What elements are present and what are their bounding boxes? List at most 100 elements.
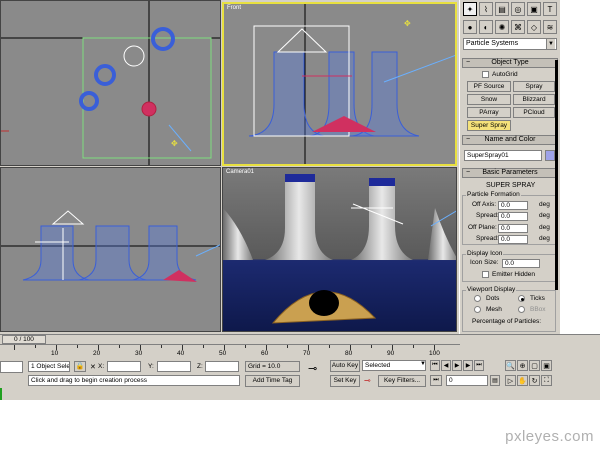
bottom-bar: 0 / 100 10 20 30 40 50 60 70 80 90 100 1 Object S… [0, 334, 600, 400]
selection-count: 1 Object Sele [28, 361, 70, 372]
dots-label: Dots [486, 295, 500, 302]
watermark: pxleyes.com [505, 428, 594, 445]
autogrid-checkbox[interactable] [482, 71, 489, 78]
collapse-icon: − [466, 59, 471, 66]
timeline-tick [119, 345, 120, 348]
timeline-tick [35, 345, 36, 348]
zoom-icon[interactable]: 🔍 [505, 360, 516, 371]
viewport-top[interactable]: ✥ [0, 0, 221, 166]
bbox-radio[interactable] [518, 306, 525, 313]
hierarchy-tab-icon[interactable]: ▤ [495, 2, 509, 16]
pcloud-button[interactable]: PCloud [513, 107, 555, 118]
parray-button[interactable]: PArray [467, 107, 511, 118]
key-icon[interactable]: ⊸ [308, 362, 317, 375]
x-coordinate-input[interactable] [107, 361, 141, 372]
modify-tab-icon[interactable]: ⌇ [479, 2, 493, 16]
time-slider-thumb[interactable]: 0 / 100 [2, 335, 46, 344]
name-color-rollout[interactable]: − Name and Color [462, 135, 558, 145]
viewport-left[interactable] [0, 167, 221, 332]
spread-label-1: Spread: [476, 212, 499, 219]
prompt-line: Click and drag to begin creation process [28, 375, 240, 386]
collapse-icon: − [466, 169, 471, 176]
snow-button[interactable]: Snow [467, 94, 511, 105]
off-plane-spinner[interactable]: 0.0 [498, 224, 528, 233]
next-frame-icon[interactable]: ▶ [463, 360, 473, 371]
pan-icon[interactable]: ✋ [517, 375, 528, 386]
lock-icon[interactable]: 🔒 [74, 361, 86, 372]
timeline-track[interactable]: 10 20 30 40 50 60 70 80 90 100 [14, 345, 440, 359]
previous-frame-icon[interactable]: ◀ [441, 360, 451, 371]
emitter-hidden-checkbox[interactable] [482, 271, 489, 278]
basic-params-body: SUPER SPRAY Particle Formation Off Axis:… [460, 180, 560, 332]
create-tab-icon[interactable]: ✦ [463, 2, 477, 16]
category-dropdown[interactable]: Particle Systems ▼ [463, 38, 557, 50]
pct-particles-label: Percentage of Particles: [472, 318, 542, 325]
maximize-viewport-icon[interactable]: ⛶ [541, 375, 552, 386]
timeline-tick [329, 345, 330, 348]
key-mode-icon[interactable]: ⊸ [364, 376, 371, 385]
shapes-icon[interactable]: ◐ [479, 20, 493, 34]
grid-readout: Grid = 10.0 [245, 361, 300, 372]
zoom-all-icon[interactable]: ⊕ [517, 360, 528, 371]
maxscript-listener[interactable] [0, 361, 23, 373]
go-to-end-icon[interactable]: ⏭ [474, 360, 484, 371]
command-panel: ✦ ⌇ ▤ ◎ ▣ T ● ◐ ✺ ⌘ ◇ ≋ Particle Systems… [459, 0, 560, 334]
spread-spinner-2[interactable]: 0.0 [498, 235, 528, 244]
dots-radio[interactable] [474, 295, 481, 302]
blank-strip [560, 0, 600, 334]
time-slider[interactable]: 0 / 100 [0, 335, 460, 345]
pf-source-button[interactable]: PF Source [467, 81, 511, 92]
viewport-camera[interactable]: Camera01 [222, 167, 457, 332]
z-coordinate-input[interactable] [205, 361, 239, 372]
icon-size-spinner[interactable]: 0.0 [502, 259, 540, 268]
key-mode-toggle-icon[interactable]: ⏭ [430, 375, 442, 386]
object-type-rollout[interactable]: − Object Type [462, 58, 558, 68]
off-plane-label: Off Plane: [468, 224, 497, 231]
display-tab-icon[interactable]: ▣ [527, 2, 541, 16]
mesh-radio[interactable] [474, 306, 481, 313]
spread-unit-1: deg [539, 212, 550, 219]
helpers-icon[interactable]: ◇ [527, 20, 541, 34]
y-coordinate-input[interactable] [157, 361, 191, 372]
auto-key-button[interactable]: Auto Key [330, 360, 360, 372]
blizzard-button[interactable]: Blizzard [513, 94, 555, 105]
motion-tab-icon[interactable]: ◎ [511, 2, 525, 16]
view-nav-top: 🔍 ⊕ ▢ ▣ [505, 360, 565, 372]
current-frame-input[interactable]: 0 [446, 375, 488, 386]
off-axis-spinner[interactable]: 0.0 [498, 201, 528, 210]
viewport-front[interactable]: Front ✥ [222, 2, 457, 166]
add-time-tag-button[interactable]: Add Time Tag [245, 375, 300, 387]
svg-text:✥: ✥ [404, 19, 411, 28]
field-of-view-icon[interactable]: ▷ [505, 375, 516, 386]
spray-button[interactable]: Spray [513, 81, 555, 92]
x-label: X: [98, 363, 105, 370]
panel-scrollbar[interactable] [555, 60, 558, 290]
timeline-tick-label: 40 [177, 350, 185, 357]
time-config-icon[interactable]: ▤ [490, 375, 500, 386]
object-name-input[interactable]: SuperSpray01 [464, 150, 542, 161]
utilities-tab-icon[interactable]: T [543, 2, 557, 16]
playback-controls: ⏮ ◀ ▶ ▶ ⏭ [430, 360, 500, 372]
go-to-start-icon[interactable]: ⏮ [430, 360, 440, 371]
timeline-tick [14, 345, 15, 350]
geometry-icon[interactable]: ● [463, 20, 477, 34]
spread-spinner-1[interactable]: 0.0 [498, 212, 528, 221]
key-filters-button[interactable]: Key Filters... [378, 375, 426, 387]
timeline-tick-label: 50 [219, 350, 227, 357]
timeline-tick-label: 100 [429, 350, 440, 357]
lights-icon[interactable]: ✺ [495, 20, 509, 34]
ticks-radio[interactable] [518, 295, 525, 302]
viewport-label-camera: Camera01 [226, 169, 255, 175]
basic-params-rollout[interactable]: − Basic Parameters [462, 168, 558, 178]
object-color-swatch[interactable] [545, 150, 555, 161]
zoom-extents-icon[interactable]: ▢ [529, 360, 540, 371]
selected-dropdown[interactable]: Selected [362, 360, 426, 371]
spacewarps-icon[interactable]: ≋ [543, 20, 557, 34]
set-key-button[interactable]: Set Key [330, 375, 360, 387]
play-icon[interactable]: ▶ [452, 360, 462, 371]
orbit-icon[interactable]: ↻ [529, 375, 540, 386]
timeline-tick-label: 80 [345, 350, 353, 357]
cameras-icon[interactable]: ⌘ [511, 20, 525, 34]
super-spray-button[interactable]: Super Spray [467, 120, 511, 131]
zoom-extents-all-icon[interactable]: ▣ [541, 360, 552, 371]
